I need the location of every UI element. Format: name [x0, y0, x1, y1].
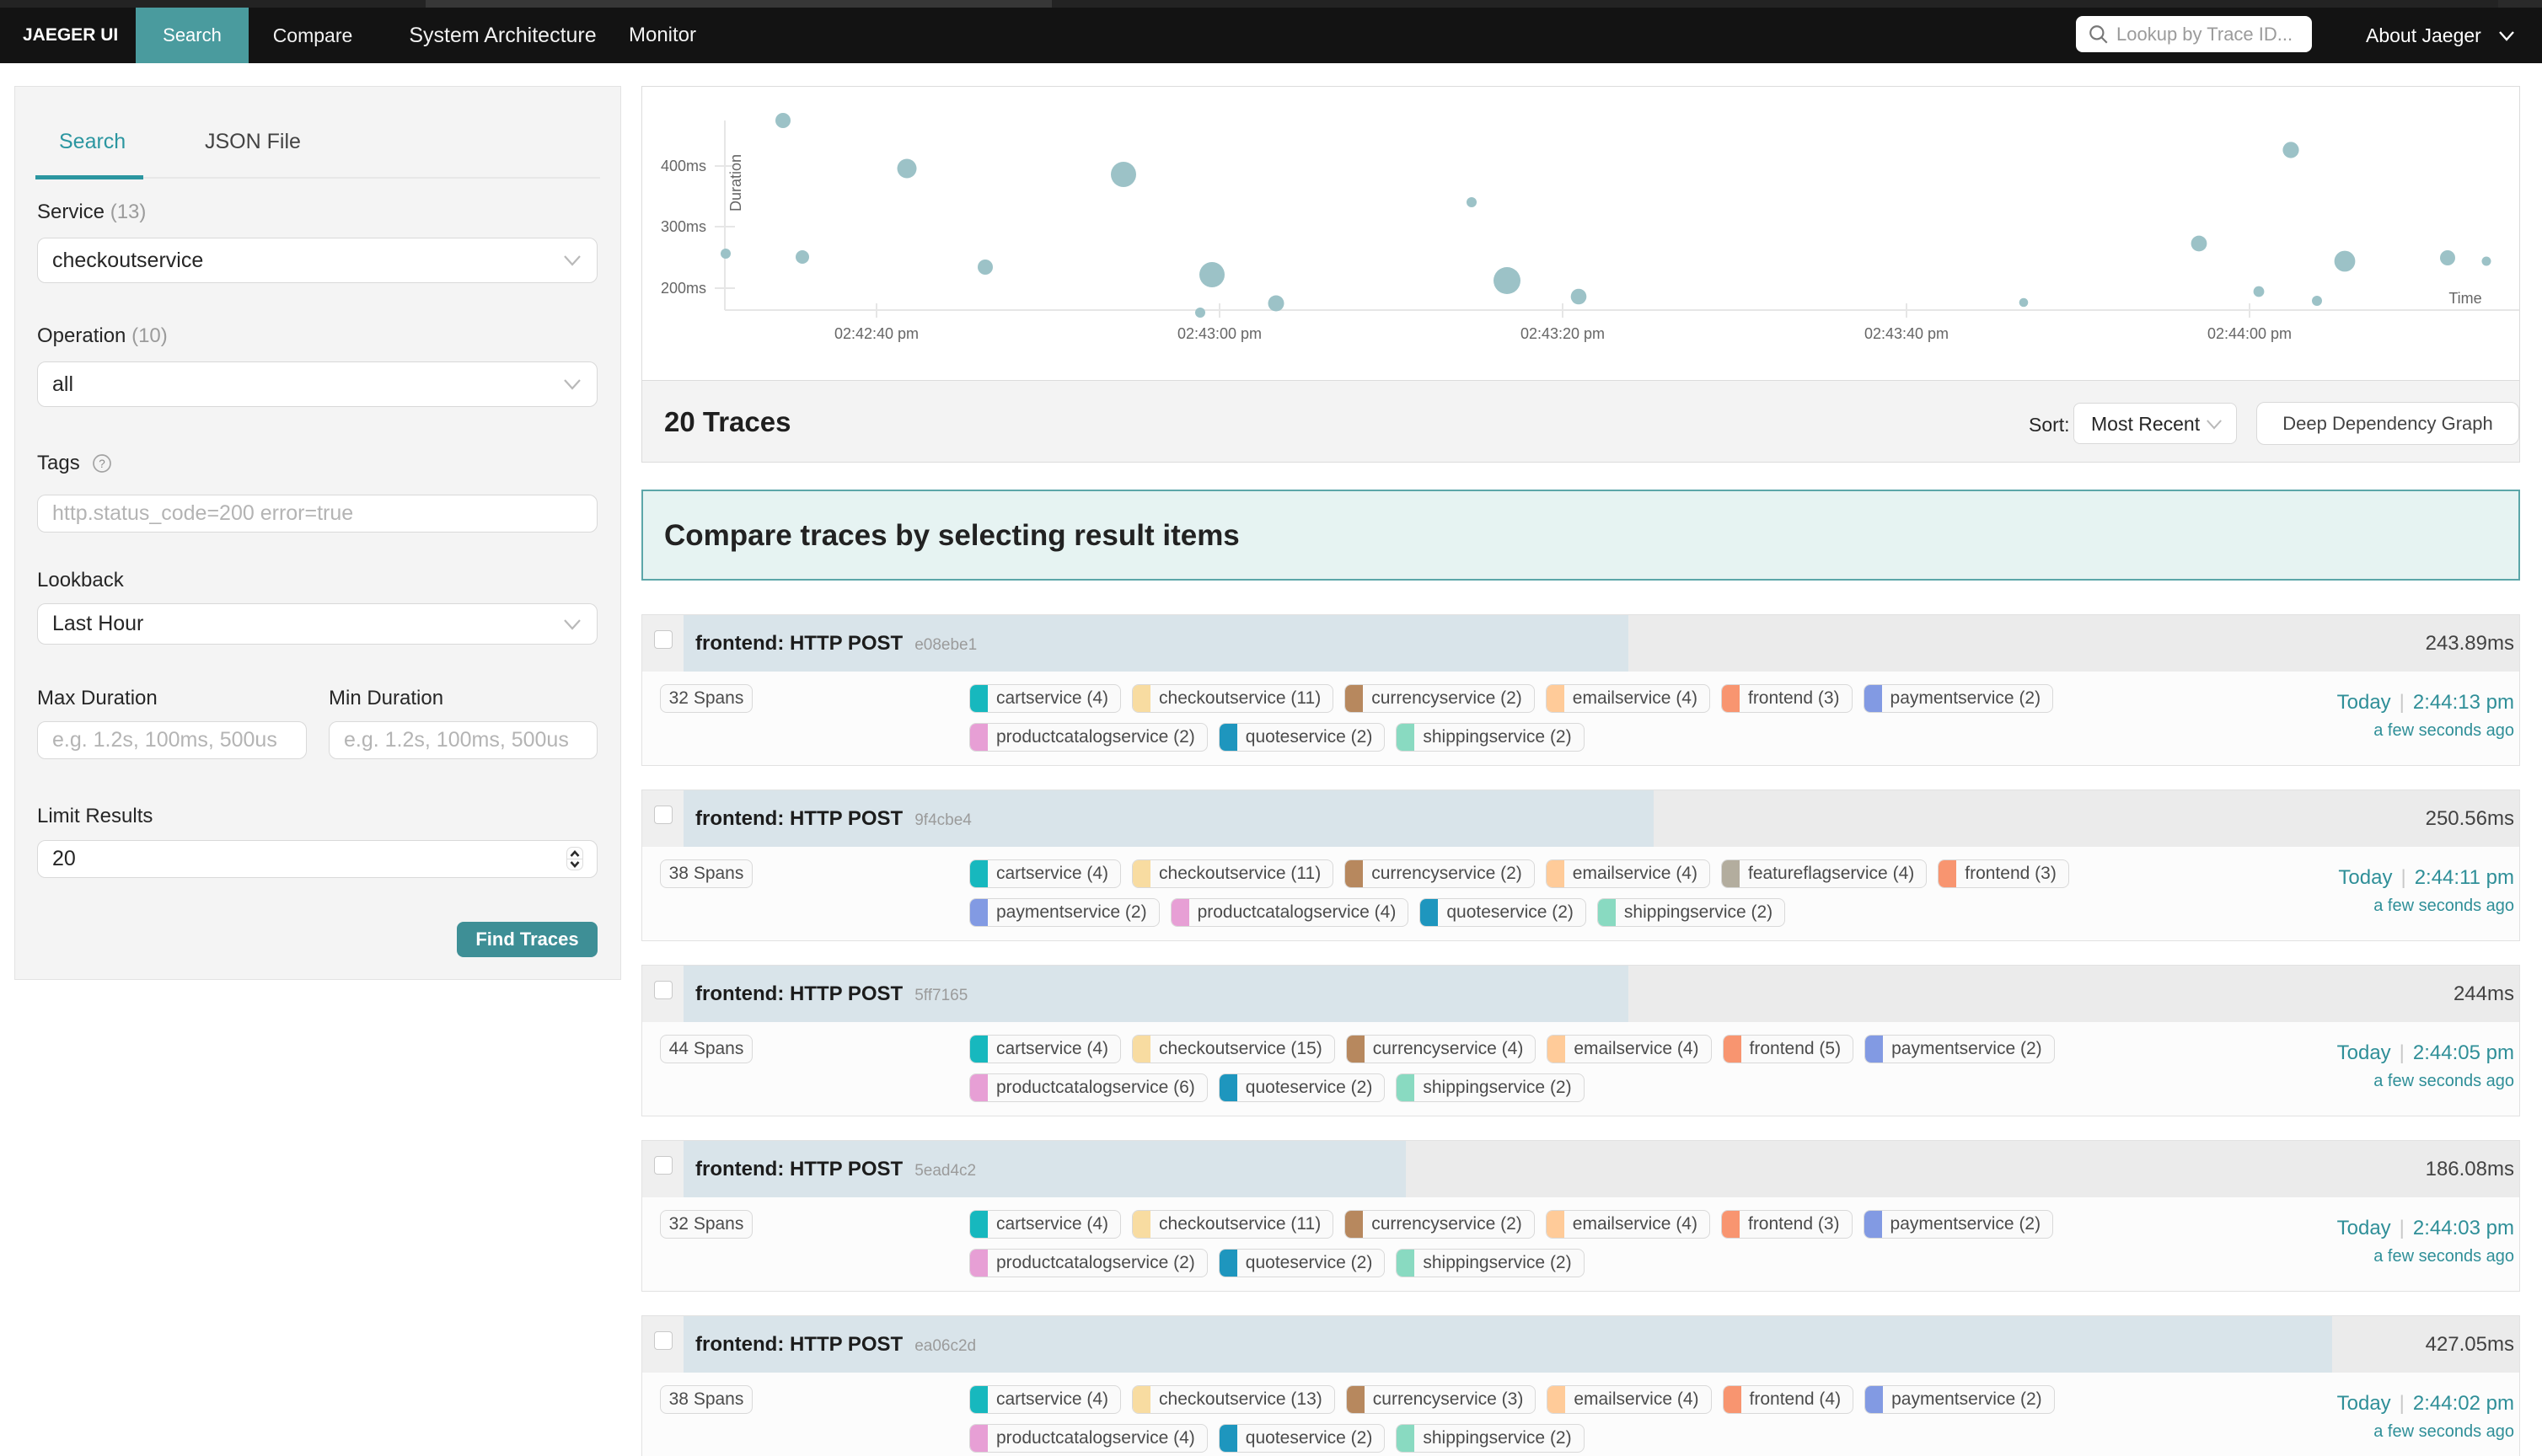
svg-text:02:43:40 pm: 02:43:40 pm: [1864, 325, 1949, 342]
svg-text:300ms: 300ms: [661, 218, 706, 235]
svg-text:02:43:00 pm: 02:43:00 pm: [1177, 325, 1262, 342]
svg-text:02:42:40 pm: 02:42:40 pm: [834, 325, 919, 342]
svg-text:02:43:20 pm: 02:43:20 pm: [1520, 325, 1605, 342]
svg-text:02:44:00 pm: 02:44:00 pm: [2207, 325, 2292, 342]
svg-text:200ms: 200ms: [661, 280, 706, 297]
svg-text:400ms: 400ms: [661, 158, 706, 174]
svg-text:Duration: Duration: [727, 154, 744, 211]
svg-text:?: ?: [99, 458, 106, 470]
svg-text:Time: Time: [2448, 290, 2481, 307]
